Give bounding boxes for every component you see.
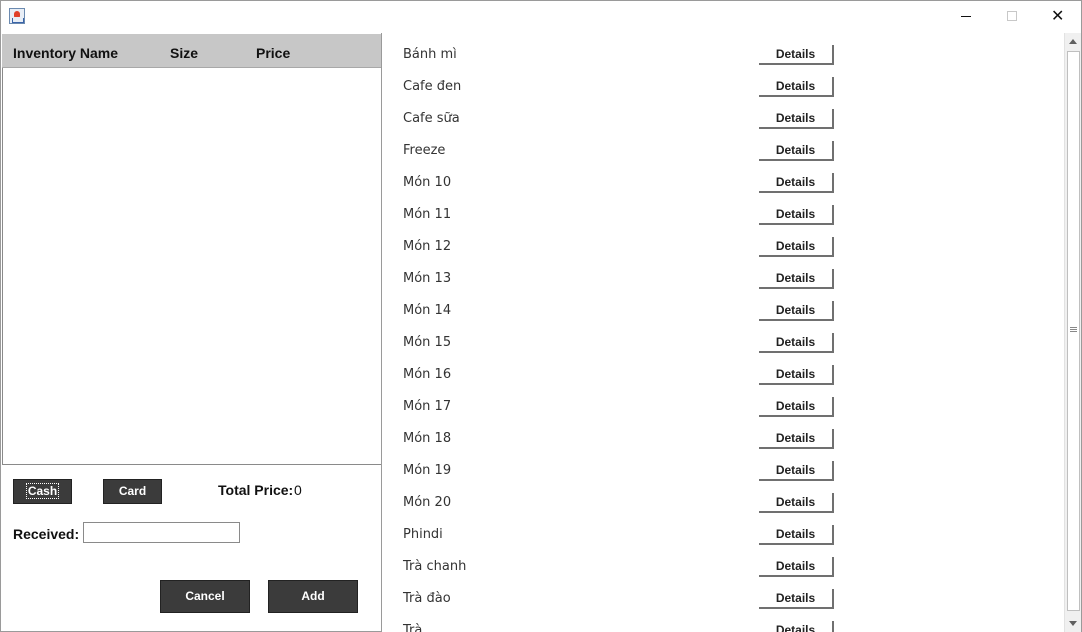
menu-item-row: Món 13 Details <box>382 257 1062 289</box>
menu-item-row: Món 15 Details <box>382 321 1062 353</box>
menu-item-name: Món 12 <box>403 239 452 254</box>
scroll-up-arrow-icon[interactable] <box>1065 33 1082 50</box>
menu-item-row: Món 17 Details <box>382 385 1062 417</box>
received-input[interactable] <box>83 522 240 543</box>
details-button[interactable]: Details <box>759 141 834 161</box>
menu-item-row: Món 10 Details <box>382 161 1062 193</box>
column-header-price[interactable]: Price <box>256 45 290 61</box>
cancel-button[interactable]: Cancel <box>160 580 250 613</box>
menu-item-row: Món 11 Details <box>382 193 1062 225</box>
menu-item-name: Món 14 <box>403 303 452 318</box>
details-button[interactable]: Details <box>759 397 834 417</box>
scrollbar-thumb[interactable] <box>1067 51 1080 611</box>
menu-item-name: Món 13 <box>403 271 452 286</box>
maximize-button[interactable] <box>989 1 1035 32</box>
details-button[interactable]: Details <box>759 557 834 577</box>
menu-item-row: Món 14 Details <box>382 289 1062 321</box>
details-button[interactable]: Details <box>759 173 834 193</box>
order-table-header: Inventory Name Size Price <box>2 34 381 68</box>
received-label: Received: <box>13 526 80 542</box>
menu-scrollbar[interactable] <box>1064 33 1081 632</box>
details-button[interactable]: Details <box>759 301 834 321</box>
menu-item-row: Trà đào Details <box>382 577 1062 609</box>
details-button[interactable]: Details <box>759 493 834 513</box>
details-button[interactable]: Details <box>759 237 834 257</box>
menu-item-row: Món 16 Details <box>382 353 1062 385</box>
menu-item-name: Freeze <box>403 143 446 158</box>
details-button[interactable]: Details <box>759 525 834 545</box>
menu-item-row: Phindi Details <box>382 513 1062 545</box>
details-button[interactable]: Details <box>759 429 834 449</box>
maximize-icon <box>1007 11 1017 21</box>
total-price-value: 0 <box>294 482 302 498</box>
menu-item-name: Món 15 <box>403 335 452 350</box>
scroll-down-arrow-icon[interactable] <box>1065 615 1082 632</box>
details-button[interactable]: Details <box>759 365 834 385</box>
menu-item-row: Cafe sữa Details <box>382 97 1062 129</box>
close-icon: ✕ <box>1051 6 1065 25</box>
menu-item-name: Cafe đen <box>403 79 462 94</box>
details-button[interactable]: Details <box>759 269 834 289</box>
app-window: ✕ Inventory Name Size Price Cash Card To… <box>0 0 1082 632</box>
java-app-icon <box>9 8 25 24</box>
menu-item-name: Trà ... <box>403 623 439 632</box>
order-table-body[interactable] <box>2 68 381 465</box>
details-button[interactable]: Details <box>759 589 834 609</box>
menu-item-row: Trà chanh Details <box>382 545 1062 577</box>
menu-item-row: Bánh mì Details <box>382 33 1062 65</box>
details-button[interactable]: Details <box>759 45 834 65</box>
close-button[interactable]: ✕ <box>1035 1 1081 32</box>
menu-item-name: Món 20 <box>403 495 452 510</box>
menu-item-name: Bánh mì <box>403 47 457 62</box>
details-button[interactable]: Details <box>759 77 834 97</box>
cash-button-label: Cash <box>25 483 60 499</box>
add-button[interactable]: Add <box>268 580 358 613</box>
menu-item-row: Món 19 Details <box>382 449 1062 481</box>
menu-item-name: Món 11 <box>403 207 452 222</box>
total-price-label: Total Price: <box>218 482 294 498</box>
menu-item-name: Món 10 <box>403 175 452 190</box>
minimize-button[interactable] <box>943 1 989 32</box>
card-button[interactable]: Card <box>103 479 162 504</box>
menu-list-panel[interactable]: Bánh mì Details Cafe đen Details Cafe sữa Det… <box>381 33 1081 632</box>
menu-item-name: Phindi <box>403 527 443 542</box>
details-button[interactable]: Details <box>759 461 834 481</box>
menu-item-row: Món 20 Details <box>382 481 1062 513</box>
title-bar[interactable]: ✕ <box>1 1 1081 32</box>
menu-item-name: Trà đào <box>403 591 451 606</box>
column-header-inventory-name[interactable]: Inventory Name <box>13 45 118 61</box>
column-header-size[interactable]: Size <box>170 45 198 61</box>
menu-item-name: Món 18 <box>403 431 452 446</box>
menu-item-row: Freeze Details <box>382 129 1062 161</box>
details-button[interactable]: Details <box>759 621 834 632</box>
menu-item-name: Món 16 <box>403 367 452 382</box>
menu-item-name: Trà chanh <box>403 559 467 574</box>
minimize-icon <box>961 16 971 17</box>
menu-item-row: Món 12 Details <box>382 225 1062 257</box>
details-button[interactable]: Details <box>759 109 834 129</box>
menu-item-row: Cafe đen Details <box>382 65 1062 97</box>
menu-item-row: Món 18 Details <box>382 417 1062 449</box>
details-button[interactable]: Details <box>759 205 834 225</box>
menu-item-name: Cafe sữa <box>403 111 460 126</box>
card-button-label: Card <box>118 484 147 498</box>
menu-item-row: Trà ... Details <box>382 609 1062 632</box>
scrollbar-grip-icon <box>1070 327 1077 332</box>
cash-button[interactable]: Cash <box>13 479 72 504</box>
menu-item-name: Món 19 <box>403 463 452 478</box>
details-button[interactable]: Details <box>759 333 834 353</box>
menu-item-name: Món 17 <box>403 399 452 414</box>
